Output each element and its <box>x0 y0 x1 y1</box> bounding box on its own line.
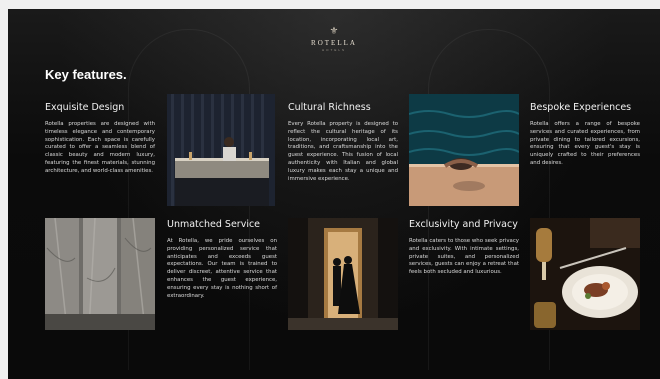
feature-body: Every Rotella property is designed to re… <box>288 121 398 182</box>
feature-title: Exclusivity and Privacy <box>409 219 518 230</box>
section-title: Key features. <box>45 67 127 82</box>
feature-card-unmatched-service: Unmatched Service At Rotella, we pride o… <box>167 219 277 300</box>
feature-body: Rotella caters to those who seek privacy… <box>409 238 519 276</box>
feature-card-exquisite-design: Exquisite Design Rotella properties are … <box>45 102 155 176</box>
image-fine-dining <box>530 218 640 330</box>
logo-mark-icon: ⚜ <box>329 26 339 37</box>
image-couple-doorway <box>288 218 398 330</box>
feature-title: Bespoke Experiences <box>530 102 632 113</box>
feature-body: Rotella properties are designed with tim… <box>45 121 155 174</box>
feature-title: Exquisite Design <box>45 102 125 113</box>
image-marble-interior <box>45 218 155 330</box>
page-frame: ⚜ ROTELLA HOTELS Key features. Exquisite… <box>8 9 660 379</box>
feature-body: Rotella offers a range of bespoke servic… <box>530 121 640 166</box>
feature-body: At Rotella, we pride ourselves on provid… <box>167 238 277 299</box>
feature-card-cultural-richness: Cultural Richness Every Rotella property… <box>288 102 398 183</box>
brand-name: ROTELLA <box>311 39 357 47</box>
image-pool-swimmer <box>409 94 519 206</box>
brand-sub: HOTELS <box>321 48 346 52</box>
brand-logo[interactable]: ⚜ ROTELLA HOTELS <box>8 26 660 53</box>
feature-card-bespoke-experiences: Bespoke Experiences Rotella offers a ran… <box>530 102 640 168</box>
image-reception-desk <box>167 94 275 206</box>
feature-card-exclusivity-privacy: Exclusivity and Privacy Rotella caters t… <box>409 219 519 277</box>
feature-title: Cultural Richness <box>288 102 371 113</box>
feature-title: Unmatched Service <box>167 219 261 230</box>
